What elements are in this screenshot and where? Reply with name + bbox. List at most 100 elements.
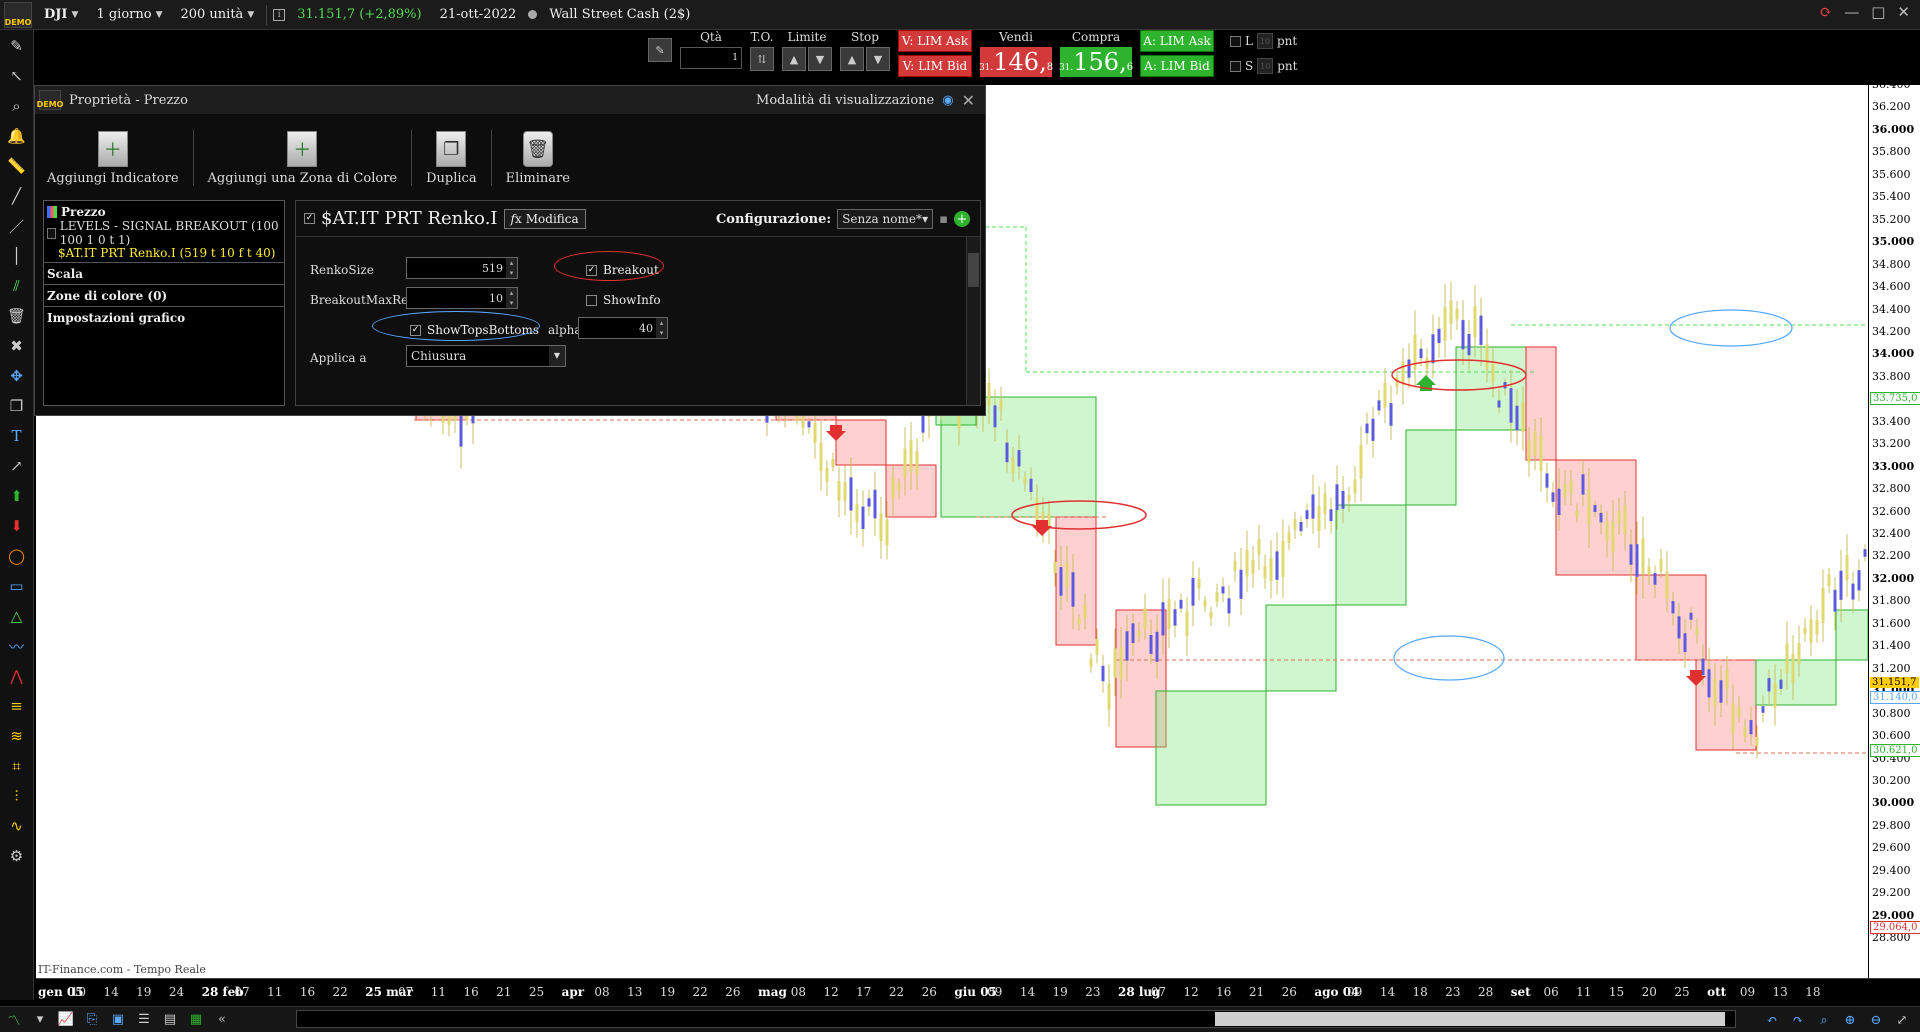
fibonacci-fan-icon[interactable]: ≋ bbox=[5, 724, 29, 748]
showinfo-checkbox[interactable]: ShowInfo bbox=[586, 293, 661, 307]
gann-icon[interactable]: ⌗ bbox=[5, 754, 29, 778]
indicator-icon[interactable]: 📈 bbox=[56, 1010, 76, 1030]
line-tool-icon[interactable]: ╱ bbox=[5, 184, 29, 208]
buy-lim-ask-button[interactable]: A: LIM Ask bbox=[1140, 30, 1214, 52]
time-axis[interactable]: gen 05 10 14 19 24 28 feb 07 11 16 22 25 mar 07 11 16… bbox=[36, 978, 1920, 1006]
breakout-max-input[interactable]: 10 ▴ ▾ bbox=[406, 287, 518, 309]
properties-scrollbar[interactable] bbox=[966, 237, 980, 405]
save-icon[interactable]: ▪ bbox=[939, 212, 948, 227]
dialog-titlebar[interactable]: DEMO Proprietà - Prezzo Modalità di visu… bbox=[35, 86, 985, 114]
zoom-icon[interactable]: ⌕ bbox=[5, 94, 29, 118]
channel-icon[interactable]: ⫽ bbox=[5, 274, 29, 298]
chevron-down-icon[interactable]: ▾ bbox=[30, 1010, 50, 1030]
scroll-left-icon[interactable]: « bbox=[212, 1010, 232, 1030]
ruler-icon[interactable]: 📏 bbox=[5, 154, 29, 178]
display-mode-icon[interactable]: ◉ bbox=[942, 93, 953, 108]
close-icon[interactable]: ✕ bbox=[962, 91, 975, 110]
symbol-selector[interactable]: DJI ▼ bbox=[38, 5, 84, 24]
config-select[interactable]: Senza nome* ▾ bbox=[837, 209, 934, 229]
alert-bell-icon[interactable]: 🔔 bbox=[5, 124, 29, 148]
period-selector[interactable]: 1 giorno ▼ bbox=[90, 5, 168, 24]
cursor-icon[interactable]: ↖ bbox=[5, 64, 29, 88]
delete-button[interactable]: 🗑 Eliminare bbox=[506, 131, 570, 186]
tree-item-color-zones[interactable]: Zone di colore (0) bbox=[44, 285, 284, 307]
wave-tool-icon[interactable]: 〰 bbox=[5, 634, 29, 658]
move-icon[interactable]: ✥ bbox=[5, 364, 29, 388]
trendline-icon[interactable]: ／ bbox=[5, 214, 29, 238]
pencil-icon[interactable]: ✎ bbox=[5, 34, 29, 58]
time-scrollbar[interactable] bbox=[296, 1010, 1736, 1028]
andrews-icon[interactable]: ⫶ bbox=[5, 784, 29, 808]
apply-to-select[interactable]: Chiusura ▼ bbox=[406, 345, 566, 367]
info-icon[interactable]: i bbox=[273, 8, 286, 21]
tree-item-levels[interactable]: LEVELS - SIGNAL BREAKOUT (100 100 1 0 t … bbox=[44, 219, 284, 247]
zoom-fit-icon[interactable]: ⌕ bbox=[1814, 1010, 1834, 1030]
tools-icon[interactable]: ✎ bbox=[648, 38, 672, 62]
excel-icon[interactable]: ▦ bbox=[186, 1010, 206, 1030]
stop-buy-icon[interactable]: ▲ bbox=[840, 47, 864, 71]
buy-button[interactable]: 31. 156, 6 bbox=[1059, 47, 1133, 77]
text-tool-icon[interactable]: T bbox=[5, 424, 29, 448]
qty-input[interactable]: 1 bbox=[680, 47, 742, 69]
redo-icon[interactable]: ↷ bbox=[1788, 1010, 1808, 1030]
levels-checkbox[interactable] bbox=[47, 227, 56, 239]
zoom-out-icon[interactable]: ⊖ bbox=[1866, 1010, 1886, 1030]
add-color-zone-button[interactable]: ＋ Aggiungi una Zona di Colore bbox=[208, 131, 397, 186]
to-order-icon[interactable]: ⇅ bbox=[750, 47, 774, 71]
buy-lim-bid-button[interactable]: A: LIM Bid bbox=[1140, 55, 1214, 77]
add-indicator-button[interactable]: ＋ Aggiungi Indicatore bbox=[47, 131, 179, 186]
tree-item-scale[interactable]: Scala bbox=[44, 263, 284, 285]
undo-icon[interactable]: ↶ bbox=[1762, 1010, 1782, 1030]
limit-sell-icon[interactable]: ▼ bbox=[808, 47, 832, 71]
zoom-in-icon[interactable]: ⊕ bbox=[1840, 1010, 1860, 1030]
screen-icon[interactable]: ▣ bbox=[108, 1010, 128, 1030]
renko-size-input[interactable]: 519 ▴ ▾ bbox=[406, 257, 518, 279]
vertical-line-icon[interactable]: │ bbox=[5, 244, 29, 268]
modify-button[interactable]: fx Modifica bbox=[503, 208, 586, 229]
add-config-icon[interactable]: + bbox=[954, 211, 970, 227]
list-icon[interactable]: ☰ bbox=[134, 1010, 154, 1030]
spinner-icon[interactable]: ▴ ▾ bbox=[506, 288, 517, 308]
limit-buy-icon[interactable]: ▲ bbox=[782, 47, 806, 71]
scroll-thumb[interactable] bbox=[968, 253, 979, 287]
share-icon[interactable]: ⎘ bbox=[82, 1010, 102, 1030]
tree-item-renko[interactable]: $AT.IT PRT Renko.I (519 t 10 f t 40) bbox=[44, 243, 284, 263]
spinner-icon[interactable]: ▴ ▾ bbox=[656, 318, 667, 338]
rectangle-tool-icon[interactable]: ▭ bbox=[5, 574, 29, 598]
copy-icon[interactable]: ❐ bbox=[5, 394, 29, 418]
triangle-tool-icon[interactable]: △ bbox=[5, 604, 29, 628]
settings-icon[interactable]: ⚙ bbox=[5, 844, 29, 868]
cycle-tool-icon[interactable]: ∿ bbox=[5, 814, 29, 838]
indicator-enabled-checkbox[interactable]: ✓ bbox=[304, 213, 315, 224]
alpha-input[interactable]: 40 ▴ ▾ bbox=[578, 317, 668, 339]
window-icon[interactable]: ▤ bbox=[160, 1010, 180, 1030]
arrow-tool-icon[interactable]: ↗ bbox=[5, 454, 29, 478]
fibonacci-icon[interactable]: ≡ bbox=[5, 694, 29, 718]
s-input[interactable]: 10 bbox=[1257, 58, 1274, 74]
autoscale-icon[interactable]: ⤢ bbox=[1892, 1010, 1912, 1030]
wrench-icon[interactable]: ✖ bbox=[5, 334, 29, 358]
tree-item-chart-settings[interactable]: Impostazioni grafico bbox=[44, 307, 284, 329]
sell-lim-ask-button[interactable]: V: LIM Ask bbox=[898, 30, 972, 52]
spinner-icon[interactable]: ▴ ▾ bbox=[506, 258, 517, 278]
stop-sell-icon[interactable]: ▼ bbox=[866, 47, 890, 71]
trash-icon[interactable]: 🗑 bbox=[5, 304, 29, 328]
refresh-icon[interactable]: ⟳ bbox=[1820, 3, 1833, 21]
down-arrow-icon[interactable]: ⬇ bbox=[5, 514, 29, 538]
sell-button[interactable]: 31. 146, 8 bbox=[979, 47, 1053, 77]
sell-lim-bid-button[interactable]: V: LIM Bid bbox=[898, 55, 972, 77]
maximize-icon[interactable]: □ bbox=[1871, 3, 1885, 21]
duplicate-button[interactable]: ❐ Duplica bbox=[426, 131, 477, 186]
close-icon[interactable]: ✕ bbox=[1897, 3, 1910, 21]
ellipse-tool-icon[interactable]: ◯ bbox=[5, 544, 29, 568]
scroll-thumb[interactable] bbox=[1215, 1012, 1725, 1026]
chart-type-icon[interactable]: 〽 bbox=[4, 1010, 24, 1030]
minimize-icon[interactable]: — bbox=[1844, 3, 1859, 21]
up-arrow-icon[interactable]: ⬆ bbox=[5, 484, 29, 508]
long-checkbox[interactable] bbox=[1230, 35, 1241, 47]
short-checkbox[interactable] bbox=[1230, 60, 1241, 72]
units-selector[interactable]: 200 unità ▼ bbox=[174, 5, 260, 24]
l-input[interactable]: 10 bbox=[1256, 33, 1273, 49]
price-axis[interactable]: 36.400 36.200 36.000 35.800 35.600 35.400 35.2… bbox=[1868, 78, 1920, 978]
zigzag-tool-icon[interactable]: ⋀ bbox=[5, 664, 29, 688]
